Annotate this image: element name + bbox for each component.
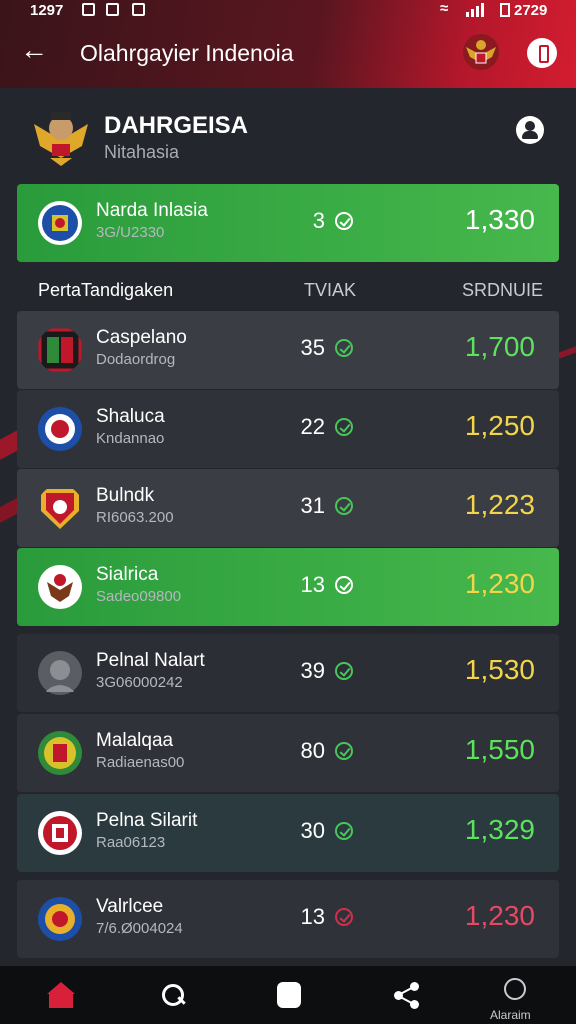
- row-name: Pelna Silarit: [96, 810, 198, 831]
- check-icon: [335, 212, 353, 230]
- row-score: 1,530: [464, 654, 535, 685]
- search-icon[interactable]: [158, 980, 188, 1010]
- row-subtitle: 3G06000242: [96, 674, 183, 691]
- app-header: 1297 ≈ 2729 ← Olahrgayier Indenoia: [0, 0, 576, 88]
- club-logo-icon: [38, 565, 82, 609]
- card-subtitle: 3G/U2330: [96, 224, 165, 241]
- club-logo-icon: [38, 328, 82, 372]
- row-subtitle: Raa06123: [96, 834, 166, 851]
- row-subtitle: Sadeo09800: [96, 588, 182, 605]
- row-score: 1,550: [464, 734, 535, 765]
- row-subtitle: RI6063.200: [96, 509, 174, 526]
- row-name: Pelnal Nalart: [96, 650, 205, 671]
- check-icon: [335, 662, 353, 680]
- row-name: Malalqaa: [96, 730, 174, 751]
- battery-icon: [500, 3, 510, 17]
- signal-icon: [466, 3, 484, 17]
- card-score: 1,330: [464, 204, 535, 235]
- status-bar: 1297 ≈ 2729: [0, 0, 576, 22]
- list-item[interactable]: Caspelano Dodaordrog 35 1,700: [17, 311, 559, 389]
- row-number: 31: [300, 493, 325, 518]
- notification-icon: [82, 3, 95, 16]
- row-number: 13: [300, 904, 325, 929]
- home-icon[interactable]: [46, 980, 76, 1010]
- row-number: 80: [300, 738, 325, 763]
- club-logo-icon: [38, 811, 82, 855]
- check-icon: [335, 497, 353, 515]
- notification-icon: [106, 3, 119, 16]
- info-button[interactable]: [527, 38, 557, 68]
- check-icon: [335, 742, 353, 760]
- row-subtitle: 7/6.Ø004024: [96, 920, 183, 937]
- row-score: 1,250: [464, 410, 535, 441]
- check-icon: [335, 822, 353, 840]
- alarm-label: Alaraim: [490, 1008, 531, 1022]
- share-icon[interactable]: [392, 980, 422, 1010]
- list-item[interactable]: Bulndk RI6063.200 31 1,223: [17, 469, 559, 547]
- list-item[interactable]: Valrlcee 7/6.Ø004024 13 1,230: [17, 880, 559, 958]
- back-arrow-icon[interactable]: ←: [20, 36, 50, 66]
- row-number: 39: [300, 658, 325, 683]
- profile-name: DAHRGEISA: [104, 112, 249, 139]
- row-name: Sialrica: [96, 564, 159, 585]
- notification-icon: [132, 3, 145, 16]
- check-icon: [335, 418, 353, 436]
- page-title: Olahrgayier Indenoia: [80, 40, 294, 66]
- garuda-emblem-icon: [463, 34, 499, 70]
- list-item[interactable]: Shaluca Kndannao 22 1,250: [17, 390, 559, 468]
- list-item[interactable]: Pelnal Nalart 3G06000242 39 1,530: [17, 634, 559, 712]
- status-clock: 2729: [514, 2, 548, 19]
- row-subtitle: Dodaordrog: [96, 351, 176, 368]
- club-logo-icon: [38, 897, 82, 941]
- row-subtitle: Kndannao: [96, 430, 165, 447]
- row-name: Valrlcee: [96, 896, 164, 917]
- row-number: 13: [300, 572, 325, 597]
- row-name: Bulndk: [96, 485, 155, 506]
- club-logo-icon: [38, 201, 82, 245]
- row-number: 22: [300, 414, 325, 439]
- list-item[interactable]: Pelna Silarit Raa06123 30 1,329: [17, 794, 559, 872]
- bottom-navigation: Alaraim: [0, 966, 576, 1024]
- club-logo-icon: [38, 407, 82, 451]
- club-logo-icon: [38, 731, 82, 775]
- row-score: 1,223: [464, 489, 535, 520]
- player-avatar-icon: [38, 651, 82, 695]
- club-logo-icon: [41, 489, 79, 529]
- row-number: 35: [300, 335, 325, 360]
- card-name: Narda Inlasia: [96, 200, 208, 221]
- check-icon: [335, 576, 353, 594]
- user-icon[interactable]: [516, 116, 544, 144]
- row-subtitle: Radiaenas00: [96, 754, 185, 771]
- column-header-score: SRDNUIE: [462, 280, 544, 300]
- row-number: 30: [300, 818, 325, 843]
- app-switcher-icon[interactable]: [275, 980, 305, 1010]
- list-item[interactable]: Sialrica Sadeo09800 13 1,230: [17, 548, 559, 626]
- status-time: 1297: [30, 2, 64, 19]
- wifi-icon: ≈: [440, 0, 449, 17]
- row-name: Shaluca: [96, 406, 165, 427]
- check-icon: [335, 908, 353, 926]
- alarm-icon[interactable]: [500, 976, 530, 1006]
- row-score: 1,230: [464, 568, 535, 599]
- row-score: 1,230: [464, 900, 535, 931]
- row-score: 1,329: [464, 814, 535, 845]
- row-score: 1,700: [464, 331, 535, 362]
- list-item[interactable]: Malalqaa Radiaenas00 80 1,550: [17, 714, 559, 792]
- profile-subtitle: Nitahasia: [104, 142, 180, 162]
- card-number: 3: [312, 208, 325, 233]
- column-header-mid: TVIAK: [304, 280, 357, 300]
- check-icon: [335, 339, 353, 357]
- column-header-name: PertaTandigaken: [38, 280, 174, 300]
- row-name: Caspelano: [96, 327, 187, 348]
- garuda-crest-icon: [34, 112, 88, 166]
- highlight-card[interactable]: Narda Inlasia 3G/U2330 3 1,330: [17, 184, 559, 262]
